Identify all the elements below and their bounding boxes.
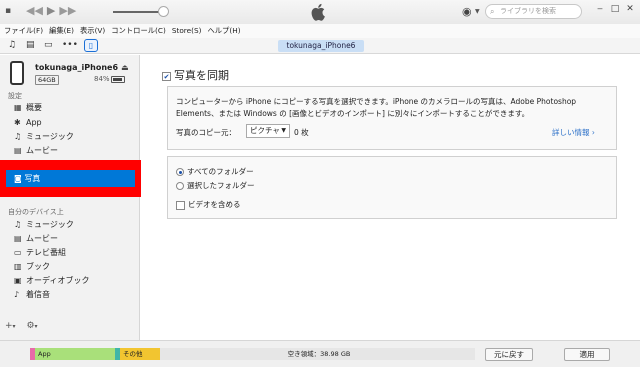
device-button[interactable]: ▯ bbox=[84, 39, 98, 52]
add-icon[interactable]: + bbox=[5, 321, 13, 331]
option-all-folders[interactable]: すべてのフォルダー bbox=[176, 167, 254, 177]
main-content: ✔ 写真を同期 コンピューターから iPhone にコピーする写真を選択できます。… bbox=[141, 55, 640, 340]
menu-file[interactable]: ファイル(F) bbox=[4, 24, 43, 38]
radio-selected[interactable] bbox=[176, 168, 184, 176]
movie-icon: ▤ bbox=[14, 146, 22, 155]
menu-help[interactable]: ヘルプ(H) bbox=[207, 24, 240, 38]
movie-icon: ▤ bbox=[14, 234, 22, 243]
search-icon: ⌕ bbox=[490, 7, 495, 16]
book-icon: ▥ bbox=[14, 262, 22, 271]
storage-segment: 空き領域：38.98 GB bbox=[160, 348, 475, 360]
menu-store[interactable]: Store(S) bbox=[172, 24, 202, 38]
tv-icon: ▭ bbox=[14, 248, 22, 257]
radio-unselected[interactable] bbox=[176, 182, 184, 190]
chevron-down-icon[interactable]: ▼ bbox=[475, 8, 480, 15]
app-icon: ✱ bbox=[14, 118, 21, 127]
gear-icon[interactable]: ⚙ bbox=[26, 321, 34, 331]
summary-icon: ▦ bbox=[14, 103, 22, 112]
maximize-button[interactable]: □ bbox=[608, 3, 622, 15]
more-info-link[interactable]: 詳しい情報 › bbox=[552, 127, 595, 138]
eject-icon[interactable]: ⏏ bbox=[121, 63, 129, 72]
more-icon[interactable]: ••• bbox=[62, 40, 78, 50]
itunes-window: ▪ ◀◀ ▶ ▶▶ ◉ ▼ ⌕ ライブラリを検索 ‒ □ ✕ ファイル(F) 編… bbox=[0, 0, 640, 367]
revert-button[interactable]: 元に戻す bbox=[485, 348, 533, 361]
folder-options-panel: すべてのフォルダー 選択したフォルダー ビデオを含める bbox=[167, 156, 617, 219]
account-icon[interactable]: ◉ bbox=[462, 5, 472, 18]
on-my-device-section-label: 自分のデバイス上 bbox=[8, 208, 64, 216]
bottom-bar: App その他 空き領域：38.98 GB 元に戻す 適用 bbox=[0, 340, 640, 367]
movie-icon[interactable]: ▤ bbox=[26, 40, 35, 50]
device-item-music[interactable]: ♫ ミュージック bbox=[14, 218, 134, 232]
iphone-icon bbox=[10, 61, 24, 85]
audiobook-icon: ▣ bbox=[14, 276, 22, 285]
copy-from-select[interactable]: ピクチャ ▼ bbox=[246, 124, 290, 138]
sidebar-item-photos[interactable]: ◙ 写真 bbox=[6, 170, 135, 187]
sidebar: tokunaga_iPhone6 ⏏ 64GB 84% 設定 ▦ 概要 ✱ App … bbox=[0, 55, 148, 340]
apple-logo-icon bbox=[311, 3, 325, 21]
device-item-movies[interactable]: ▤ ムービー bbox=[14, 232, 134, 246]
minimize-button[interactable]: ‒ bbox=[593, 3, 607, 15]
description-text: コンピューターから iPhone にコピーする写真を選択できます。iPhone … bbox=[176, 97, 577, 118]
camera-icon: ◙ bbox=[14, 174, 22, 183]
menu-view[interactable]: 表示(V) bbox=[80, 24, 105, 38]
storage-segment: App bbox=[35, 348, 115, 360]
device-item-tones[interactable]: ♪ 着信音 bbox=[14, 288, 134, 302]
app-menu-icon[interactable]: ▪ bbox=[5, 6, 11, 16]
device-name-pill[interactable]: tokunaga_iPhone6 bbox=[278, 40, 364, 52]
checkbox-unchecked[interactable] bbox=[176, 200, 185, 210]
sidebar-item-movies[interactable]: ▤ ムービー bbox=[14, 144, 134, 158]
play-icon[interactable]: ▶ bbox=[47, 4, 55, 18]
menu-edit[interactable]: 編集(E) bbox=[49, 24, 74, 38]
battery-icon bbox=[111, 76, 125, 83]
device-name: tokunaga_iPhone6 bbox=[35, 63, 119, 72]
close-button[interactable]: ✕ bbox=[623, 3, 637, 15]
sidebar-item-music[interactable]: ♫ ミュージック bbox=[14, 130, 134, 144]
photo-source-panel: コンピューターから iPhone にコピーする写真を選択できます。iPhone … bbox=[167, 86, 617, 150]
menu-bar: ファイル(F) 編集(E) 表示(V) コントロール(C) Store(S) ヘ… bbox=[0, 24, 640, 38]
chevron-down-icon[interactable]: ▾ bbox=[35, 323, 38, 330]
storage-capacity-bar: App その他 空き領域：38.98 GB bbox=[30, 348, 476, 360]
device-item-books[interactable]: ▥ ブック bbox=[14, 260, 134, 274]
sidebar-item-summary[interactable]: ▦ 概要 bbox=[14, 101, 134, 115]
option-selected-folders[interactable]: 選択したフォルダー bbox=[176, 181, 255, 191]
sidebar-item-app[interactable]: ✱ App bbox=[14, 116, 134, 130]
sync-photos-checkbox[interactable]: ✔ 写真を同期 bbox=[162, 67, 229, 83]
next-icon[interactable]: ▶▶ bbox=[59, 4, 76, 18]
include-video-checkbox[interactable]: ビデオを含める bbox=[176, 200, 241, 210]
capacity-badge: 64GB bbox=[35, 75, 59, 85]
sidebar-actions: +▾ ⚙▾ bbox=[5, 321, 38, 331]
playback-controls: ◀◀ ▶ ▶▶ bbox=[26, 4, 76, 18]
music-icon: ♫ bbox=[14, 132, 22, 141]
volume-track[interactable] bbox=[113, 11, 164, 13]
battery-percent: 84% bbox=[94, 75, 110, 83]
apply-button[interactable]: 適用 bbox=[564, 348, 610, 361]
music-icon: ♫ bbox=[14, 220, 22, 229]
photo-count: 0 枚 bbox=[294, 128, 309, 137]
settings-section-label: 設定 bbox=[8, 92, 22, 100]
music-icon[interactable]: ♫ bbox=[8, 40, 16, 50]
device-item-audiobooks[interactable]: ▣ オーディオブック bbox=[14, 274, 134, 288]
top-toolbar: ▪ ◀◀ ▶ ▶▶ ◉ ▼ ⌕ ライブラリを検索 ‒ □ ✕ bbox=[0, 0, 640, 24]
checkbox-checked[interactable]: ✔ bbox=[162, 71, 171, 81]
bell-icon: ♪ bbox=[14, 290, 20, 299]
copy-from-label: 写真のコピー元： bbox=[176, 128, 236, 137]
volume-slider-knob[interactable] bbox=[158, 6, 169, 17]
device-item-tv-shows[interactable]: ▭ テレビ番組 bbox=[14, 246, 134, 260]
tv-icon[interactable]: ▭ bbox=[44, 40, 53, 50]
chevron-down-icon: ▼ bbox=[281, 127, 286, 134]
chevron-down-icon[interactable]: ▾ bbox=[13, 323, 16, 330]
previous-icon[interactable]: ◀◀ bbox=[26, 4, 43, 18]
menu-controls[interactable]: コントロール(C) bbox=[111, 24, 166, 38]
library-search-input[interactable]: ⌕ ライブラリを検索 bbox=[485, 4, 582, 19]
media-toolbar: ♫ ▤ ▭ ••• ▯ tokunaga_iPhone6 bbox=[0, 38, 640, 54]
storage-segment: その他 bbox=[120, 348, 160, 360]
